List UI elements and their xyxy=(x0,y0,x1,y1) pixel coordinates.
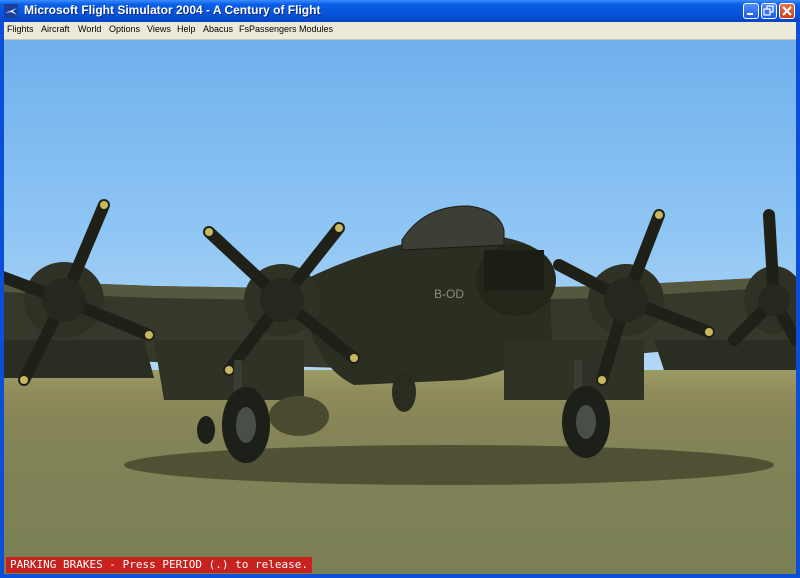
window-title: Microsoft Flight Simulator 2004 - A Cent… xyxy=(24,3,321,17)
menu-flights[interactable]: Flights xyxy=(7,24,34,34)
menu-aircraft[interactable]: Aircraft xyxy=(41,24,70,34)
close-button[interactable] xyxy=(779,3,795,19)
menu-world[interactable]: World xyxy=(78,24,101,34)
simulator-viewport[interactable]: B-OD PARKING BRAKES - Press PERIOD (.) t… xyxy=(4,40,796,574)
lancaster-bomber: B-OD xyxy=(4,199,796,463)
minimize-icon xyxy=(747,13,753,15)
minimize-button[interactable] xyxy=(743,3,759,19)
status-message: PARKING BRAKES - Press PERIOD (.) to rel… xyxy=(6,557,313,573)
close-icon xyxy=(782,6,792,16)
menu-options[interactable]: Options xyxy=(109,24,140,34)
restore-button[interactable] xyxy=(761,3,777,19)
title-bar[interactable]: Microsoft Flight Simulator 2004 - A Cent… xyxy=(0,0,800,22)
app-window: Microsoft Flight Simulator 2004 - A Cent… xyxy=(0,0,800,578)
menu-help[interactable]: Help xyxy=(177,24,196,34)
menu-bar: Flights Aircraft World Options Views Hel… xyxy=(4,22,796,40)
menu-views[interactable]: Views xyxy=(147,24,171,34)
menu-modules[interactable]: Modules xyxy=(299,24,333,34)
menu-fspassengers[interactable]: FsPassengers xyxy=(239,24,297,34)
flight-sim-icon xyxy=(4,4,18,18)
restore-icon xyxy=(763,5,774,16)
aircraft-code: B-OD xyxy=(434,287,464,301)
menu-abacus[interactable]: Abacus xyxy=(203,24,233,34)
